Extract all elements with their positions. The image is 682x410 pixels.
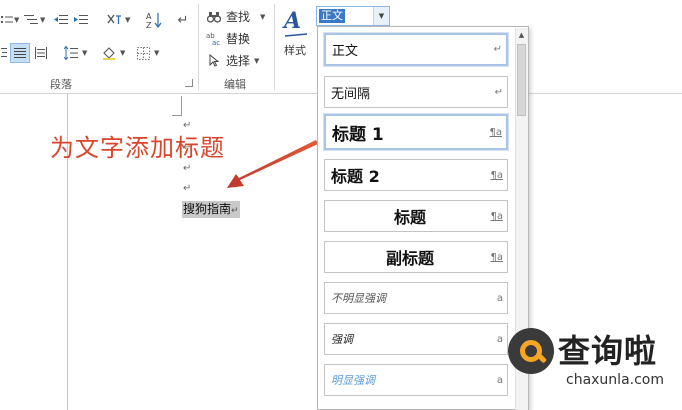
- style-type-mark: a: [496, 292, 503, 304]
- scrollbar-thumb[interactable]: [517, 44, 526, 116]
- style-item-label: 标题 1: [332, 124, 384, 145]
- style-type-mark: ¶a: [489, 126, 503, 138]
- style-item-label: 明显强调: [331, 374, 375, 387]
- watermark-domain: chaxunla.com: [566, 372, 664, 388]
- style-item-label: 不明显强调: [331, 292, 386, 305]
- style-item-subtle-emphasis[interactable]: 不明显强调 a: [324, 282, 508, 314]
- style-type-mark: ↵: [493, 44, 502, 55]
- style-item-label: 强调: [331, 333, 353, 346]
- style-item-label: 标题: [393, 208, 426, 227]
- style-item-label: 无间隔: [331, 86, 371, 102]
- style-type-mark: ↵: [494, 86, 503, 98]
- style-item-subtitle[interactable]: 副标题 ¶a: [324, 241, 508, 273]
- style-item-emphasis[interactable]: 强调 a: [324, 323, 508, 355]
- style-item-intense-emphasis[interactable]: 明显强调 a: [324, 364, 508, 396]
- style-type-mark: ¶a: [490, 210, 504, 222]
- style-item-label: 标题 2: [331, 167, 380, 186]
- style-type-mark: a: [496, 374, 503, 386]
- style-type-mark: a: [496, 333, 503, 345]
- style-item-title[interactable]: 标题 ¶a: [324, 200, 508, 232]
- style-item-label: 正文: [332, 44, 359, 59]
- style-item-label: 副标题: [385, 249, 434, 268]
- style-type-mark: ¶a: [490, 169, 504, 181]
- style-item-no-spacing[interactable]: 无间隔 ↵: [324, 76, 508, 108]
- style-item-heading-2[interactable]: 标题 2 ¶a: [324, 159, 508, 191]
- scroll-up-icon[interactable]: ▲: [515, 28, 528, 42]
- style-item-heading-1[interactable]: 标题 1 ¶a: [324, 114, 508, 150]
- watermark-brand: 查询啦: [558, 332, 658, 370]
- style-item-normal[interactable]: 正文 ↵: [324, 33, 508, 66]
- style-type-mark: ¶a: [490, 251, 504, 263]
